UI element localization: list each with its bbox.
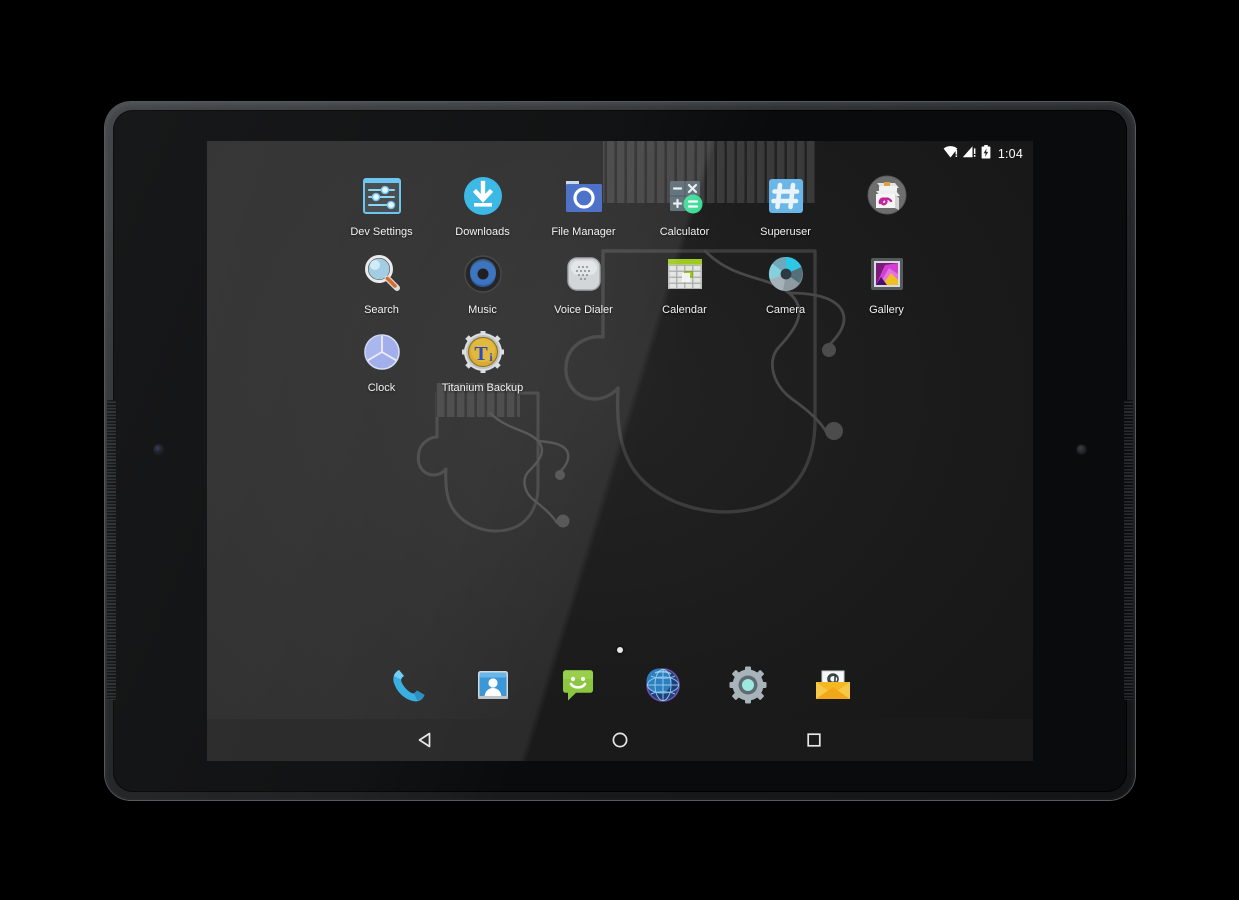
dock-item-phone[interactable] [386, 663, 430, 707]
battery-charging-icon [981, 144, 991, 164]
app-label: Gallery [869, 304, 904, 316]
navigation-bar [207, 719, 1033, 761]
app-camera[interactable]: Camera [735, 249, 836, 317]
app-label: Clock [367, 382, 396, 394]
status-bar[interactable]: 1:04 [207, 141, 1033, 167]
app-voice-dialer[interactable]: Voice Dialer [533, 249, 634, 317]
app-label: Music [468, 304, 497, 316]
app-calendar[interactable]: Calendar [634, 249, 735, 317]
aperture-icon [761, 249, 811, 299]
signal-icon [962, 145, 977, 163]
app-calculator[interactable]: Calculator [634, 171, 735, 239]
app-grid: Dev Settings Downloads File Manager Calc… [207, 171, 1033, 405]
app-music[interactable]: Music [432, 249, 533, 317]
app-label: Dev Settings [350, 226, 413, 238]
tablet-screen[interactable]: 1:04 Dev Settings Downloads File Manager… [207, 141, 1033, 761]
note-pen-icon [862, 171, 912, 221]
app-label: Search [364, 304, 399, 316]
app-downloads[interactable]: Downloads [432, 171, 533, 239]
sensor-dot-icon [1077, 445, 1086, 454]
speaker-icon [458, 249, 508, 299]
calendar-grid-icon [660, 249, 710, 299]
dock-item-browser[interactable] [641, 663, 685, 707]
app-label: Calculator [659, 226, 710, 238]
dock-item-email[interactable] [811, 663, 855, 707]
back-button[interactable] [409, 723, 443, 757]
app-superuser[interactable]: Superuser [735, 171, 836, 239]
home-button[interactable] [603, 723, 637, 757]
folder-icon [559, 171, 609, 221]
svg-text:T: T [474, 343, 488, 365]
app-label: File Manager [551, 226, 616, 238]
page-dot-active[interactable] [617, 647, 623, 653]
dock-item-settings[interactable] [726, 663, 770, 707]
speaker-grille-left [107, 400, 116, 700]
app-label: Downloads [455, 226, 510, 238]
status-bar-clock: 1:04 [997, 147, 1023, 161]
app-notes-sketch[interactable] [836, 171, 937, 239]
app-file-manager[interactable]: File Manager [533, 171, 634, 239]
download-circle-icon [458, 171, 508, 221]
app-label: Calendar [662, 304, 707, 316]
app-dev-settings[interactable]: Dev Settings [331, 171, 432, 239]
dock-item-messaging[interactable] [556, 663, 600, 707]
hash-icon [761, 171, 811, 221]
calculator-icon [660, 171, 710, 221]
recents-button[interactable] [797, 723, 831, 757]
app-label: Camera [765, 304, 806, 316]
app-label: Voice Dialer [554, 304, 613, 316]
clock-icon [357, 327, 407, 377]
dock-item-contacts[interactable] [471, 663, 515, 707]
gear-ti-icon: T i [458, 327, 508, 377]
microphone-grid-icon [559, 249, 609, 299]
app-titanium-backup[interactable]: T i Titanium Backup [432, 327, 533, 395]
photo-frame-icon [862, 249, 912, 299]
front-camera-icon [154, 445, 163, 454]
app-search[interactable]: Search [331, 249, 432, 317]
device-stage: 1:04 Dev Settings Downloads File Manager… [0, 0, 1239, 900]
app-row: Dev Settings Downloads File Manager Calc… [207, 171, 1033, 239]
app-label: Titanium Backup [441, 382, 524, 394]
magnifier-icon [357, 249, 407, 299]
sliders-icon [357, 171, 407, 221]
speaker-grille-right [1124, 400, 1133, 700]
app-gallery[interactable]: Gallery [836, 249, 937, 317]
app-clock[interactable]: Clock [331, 327, 432, 395]
tablet-body: 1:04 Dev Settings Downloads File Manager… [105, 102, 1135, 800]
app-row: Clock T i Titanium Backup [207, 327, 1033, 395]
dock [207, 657, 1033, 713]
wifi-icon [943, 145, 958, 163]
page-indicator [207, 647, 1033, 653]
app-label: Superuser [760, 226, 811, 238]
app-row: Search Music Voice Dialer Calendar Camer… [207, 249, 1033, 317]
